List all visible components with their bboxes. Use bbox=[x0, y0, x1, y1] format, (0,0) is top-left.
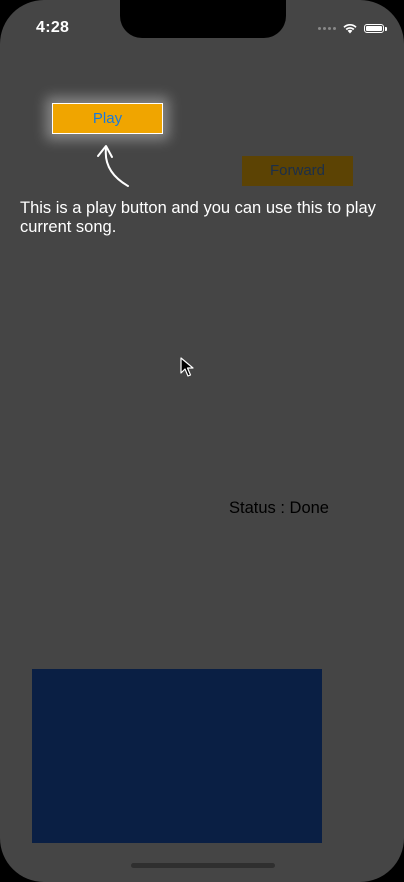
signal-icon bbox=[318, 26, 336, 30]
device-notch bbox=[120, 0, 286, 38]
forward-button[interactable]: Forward bbox=[242, 156, 353, 186]
battery-icon bbox=[364, 23, 387, 33]
curved-arrow-icon bbox=[97, 145, 129, 187]
tooltip-text: This is a play button and you can use th… bbox=[20, 199, 376, 236]
play-button[interactable]: Play bbox=[52, 103, 163, 134]
mouse-pointer-icon bbox=[180, 357, 194, 377]
status-label: Status : Done bbox=[229, 499, 329, 517]
home-indicator[interactable] bbox=[131, 863, 275, 868]
status-icons bbox=[318, 22, 387, 34]
phone-screen: 4:28 Play Forward This is a play button … bbox=[0, 0, 404, 882]
status-time: 4:28 bbox=[36, 19, 70, 36]
wifi-icon bbox=[343, 23, 357, 34]
media-panel bbox=[32, 669, 322, 843]
